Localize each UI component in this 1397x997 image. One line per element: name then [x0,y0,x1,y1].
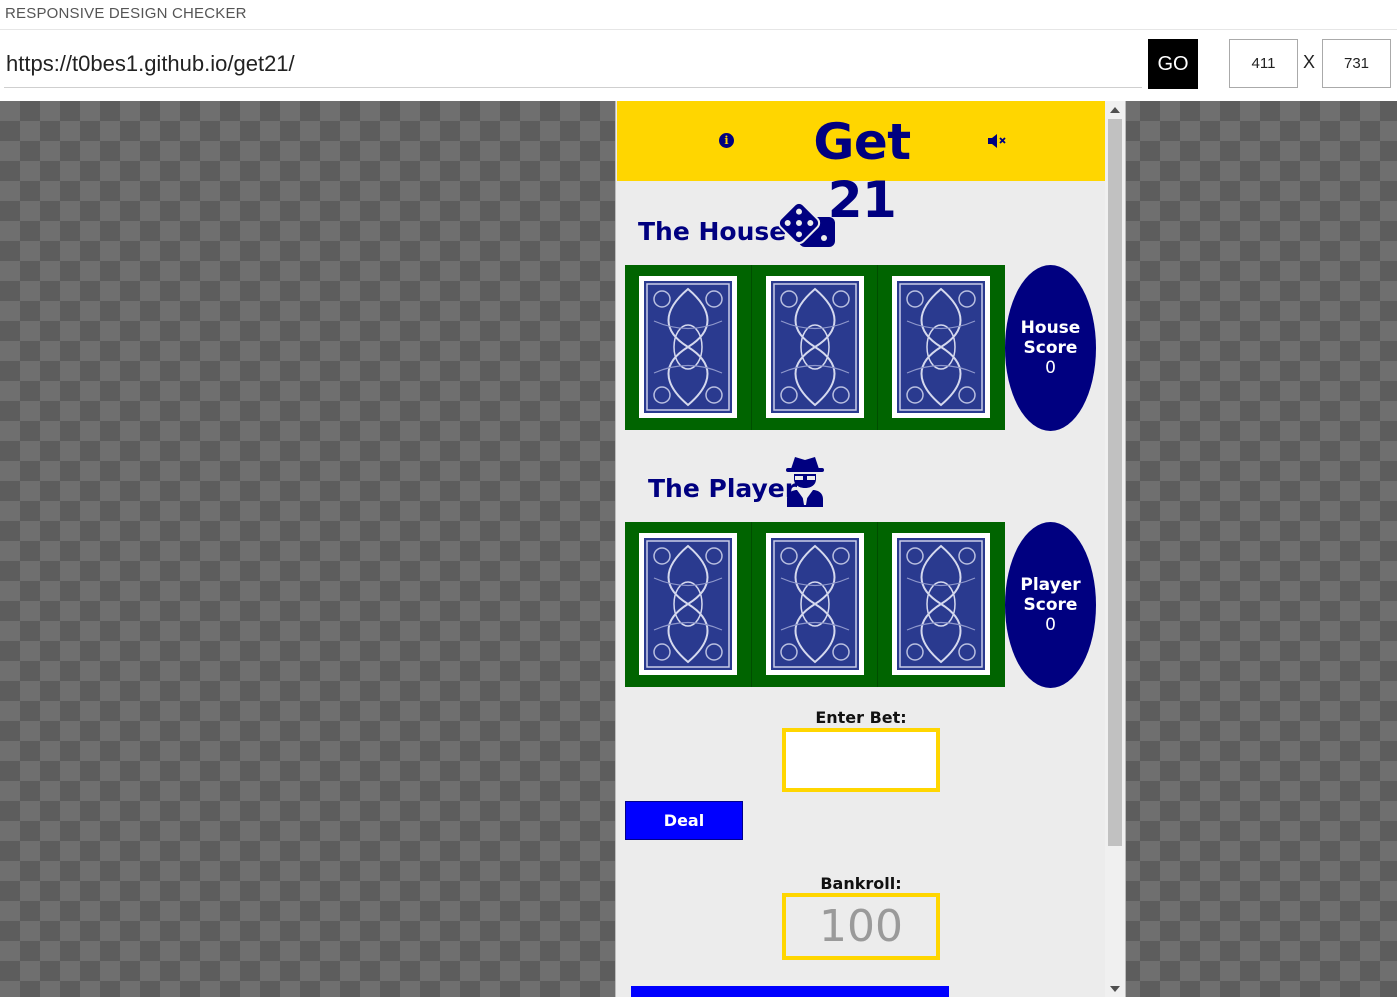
bankroll-label: Bankroll: [820,874,902,893]
player-card-slot [751,522,877,687]
card-back [639,533,737,675]
player-score-value: 0 [1045,615,1056,635]
device-frame: i Get 21 The House House Score 0 The Pla… [615,101,1126,997]
player-card-slot [877,522,1003,687]
house-card-slot [751,265,877,430]
deal-button[interactable]: Deal [625,801,743,840]
player-cards [625,522,1005,687]
house-cards [625,265,1005,430]
scrollbar[interactable] [1105,101,1125,997]
action-button[interactable] [631,986,949,997]
user-secret-icon [786,457,824,507]
house-score-value: 0 [1045,358,1056,378]
player-score-label: Player [1020,575,1081,595]
mute-icon[interactable] [987,132,1007,150]
bankroll-value: 100 [782,893,940,960]
card-back [892,276,990,418]
card-back [766,276,864,418]
player-heading: The Player [648,474,798,503]
width-input[interactable] [1229,39,1298,88]
app-title: RESPONSIVE DESIGN CHECKER [5,5,247,22]
go-button[interactable]: GO [1148,39,1198,89]
bet-input[interactable] [782,728,940,792]
scroll-down-arrow-icon[interactable] [1110,986,1120,992]
dice-icon [777,201,835,247]
scroll-thumb[interactable] [1108,119,1122,846]
card-back [892,533,990,675]
card-back [639,276,737,418]
house-card-slot [877,265,1003,430]
house-score: House Score 0 [1005,265,1096,431]
card-back [766,533,864,675]
game-header: i Get 21 [617,101,1105,229]
height-input[interactable] [1322,39,1391,88]
house-score-label: Score [1023,338,1078,358]
bet-label: Enter Bet: [815,708,907,727]
player-score-label: Score [1023,595,1078,615]
dimension-separator: X [1303,52,1316,72]
scroll-up-arrow-icon[interactable] [1110,107,1120,113]
house-card-slot [625,265,751,430]
player-card-slot [625,522,751,687]
house-score-label: House [1020,318,1081,338]
player-score: Player Score 0 [1005,522,1096,688]
info-icon[interactable]: i [719,133,734,148]
url-input[interactable] [4,40,1142,88]
header-divider [0,29,1397,30]
house-heading: The House [638,217,787,246]
